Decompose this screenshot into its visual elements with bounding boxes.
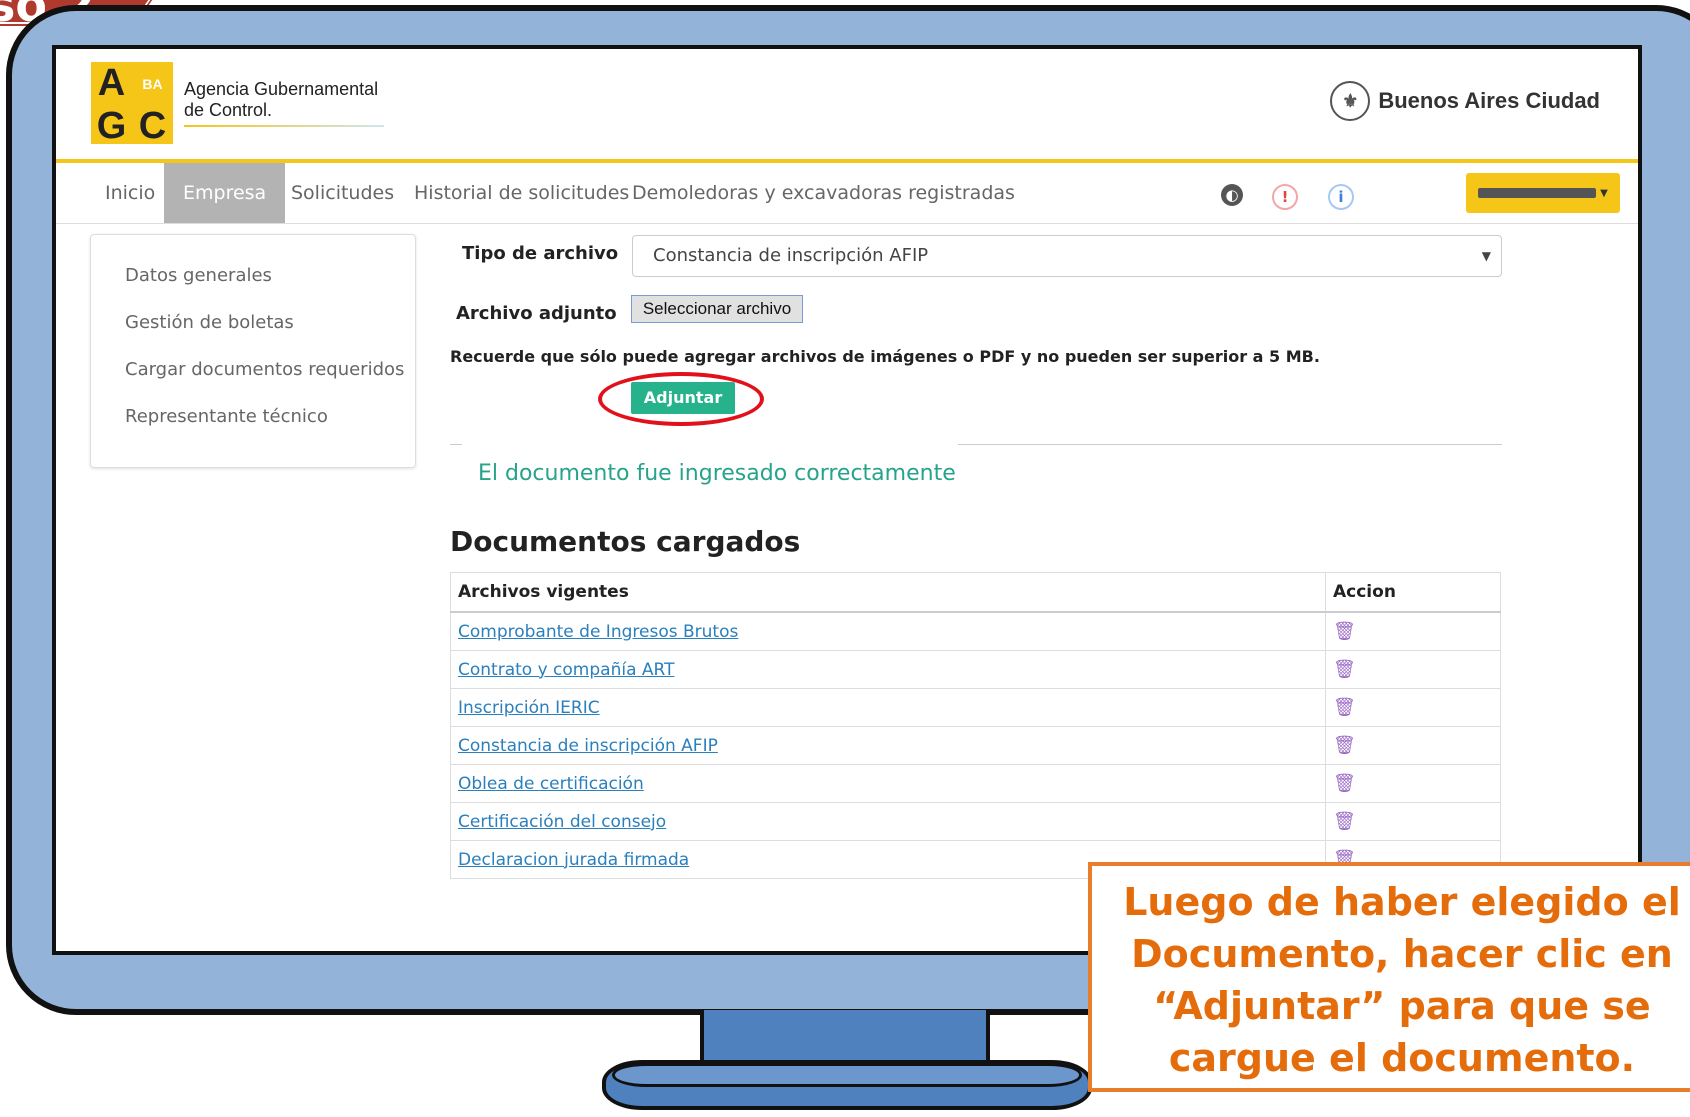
document-link[interactable]: Constancia de inscripción AFIP — [458, 736, 718, 756]
user-menu-button[interactable]: ▼ — [1466, 173, 1620, 213]
documents-title: Documentos cargados — [450, 525, 801, 558]
documents-table: Archivos vigentes Accion Comprobante de … — [450, 572, 1501, 879]
trash-icon[interactable]: 🗑 — [1333, 773, 1356, 794]
table-row: Certificación del consejo 🗑 — [450, 802, 1501, 841]
logo-letter-a: A — [97, 62, 126, 104]
sidebar-item-documentos[interactable]: Cargar documentos requeridos — [125, 359, 404, 380]
info-icon[interactable]: i — [1328, 184, 1354, 210]
upload-note: Recuerde que sólo puede agregar archivos… — [450, 347, 1320, 366]
globe-icon[interactable]: ◐ — [1221, 184, 1243, 206]
nav-solicitudes[interactable]: Solicitudes — [272, 163, 413, 223]
city-seal-icon: ⚜ — [1330, 81, 1371, 121]
site-header: A BA G C Agencia Gubernamental de Contro… — [56, 49, 1638, 163]
agc-logo: A BA G C — [91, 62, 173, 147]
sidebar-item-datos[interactable]: Datos generales — [125, 265, 272, 286]
chevron-down-icon: ▼ — [1600, 187, 1608, 199]
document-link[interactable]: Certificación del consejo — [458, 812, 666, 832]
trash-icon[interactable]: 🗑 — [1333, 811, 1356, 832]
success-message: El documento fue ingresado correctamente — [478, 461, 956, 486]
table-row: Oblea de certificación 🗑 — [450, 764, 1501, 803]
logo-letter-g: G — [96, 105, 127, 147]
tipo-label: Tipo de archivo — [462, 243, 619, 264]
trash-icon[interactable]: 🗑 — [1333, 659, 1356, 680]
highlight-ring — [598, 372, 764, 426]
trash-icon[interactable]: 🗑 — [1333, 735, 1356, 756]
table-row: Comprobante de Ingresos Brutos 🗑 — [450, 611, 1501, 651]
col-archivos: Archivos vigentes — [450, 572, 1326, 613]
sidebar-item-boletas[interactable]: Gestión de boletas — [125, 312, 294, 333]
caret-down-icon: ▼ — [1481, 249, 1491, 263]
select-file-button[interactable]: Seleccionar archivo — [631, 295, 803, 323]
trash-icon[interactable]: 🗑 — [1333, 621, 1356, 642]
instruction-callout: Luego de haber elegido el Documento, hac… — [1088, 862, 1690, 1092]
agency-underline — [184, 125, 384, 127]
logo-letter-c: C — [138, 105, 167, 147]
logo-ba: BA — [132, 62, 173, 105]
callout-text: Luego de haber elegido el Documento, hac… — [1123, 880, 1681, 1080]
main-nav: Inicio Empresa Solicitudes Historial de … — [56, 163, 1638, 224]
document-link[interactable]: Inscripción IERIC — [458, 698, 600, 718]
table-row: Contrato y compañía ART 🗑 — [450, 650, 1501, 689]
sidebar-item-representante[interactable]: Representante técnico — [125, 406, 328, 427]
sidebar: Datos generales Gestión de boletas Carga… — [90, 234, 416, 468]
nav-historial[interactable]: Historial de solicitudes — [395, 163, 648, 223]
document-link[interactable]: Declaracion jurada firmada — [458, 850, 689, 870]
nav-empresa[interactable]: Empresa — [164, 163, 286, 223]
redacted-user-id — [1478, 188, 1597, 198]
screen: A BA G C Agencia Gubernamental de Contro… — [52, 45, 1642, 955]
col-accion: Accion — [1325, 572, 1501, 613]
alert-icon[interactable]: ! — [1272, 184, 1298, 210]
document-link[interactable]: Contrato y compañía ART — [458, 660, 674, 680]
document-link[interactable]: Oblea de certificación — [458, 774, 644, 794]
table-row: Constancia de inscripción AFIP 🗑 — [450, 726, 1501, 765]
nav-demoledoras[interactable]: Demoledoras y excavadoras registradas — [613, 163, 1034, 223]
monitor-base-top — [612, 1063, 1082, 1087]
trash-icon[interactable]: 🗑 — [1333, 697, 1356, 718]
nav-inicio[interactable]: Inicio — [86, 163, 174, 223]
adjunto-label: Archivo adjunto — [456, 303, 617, 324]
agency-name: Agencia Gubernamental de Control. — [184, 79, 379, 120]
document-link[interactable]: Comprobante de Ingresos Brutos — [458, 622, 738, 642]
city-name: Buenos Aires Ciudad — [1378, 88, 1600, 113]
tipo-select[interactable]: Constancia de inscripción AFIP ▼ — [632, 235, 1502, 277]
table-row: Inscripción IERIC 🗑 — [450, 688, 1501, 727]
city-brand[interactable]: ⚜ Buenos Aires Ciudad — [1330, 81, 1600, 121]
